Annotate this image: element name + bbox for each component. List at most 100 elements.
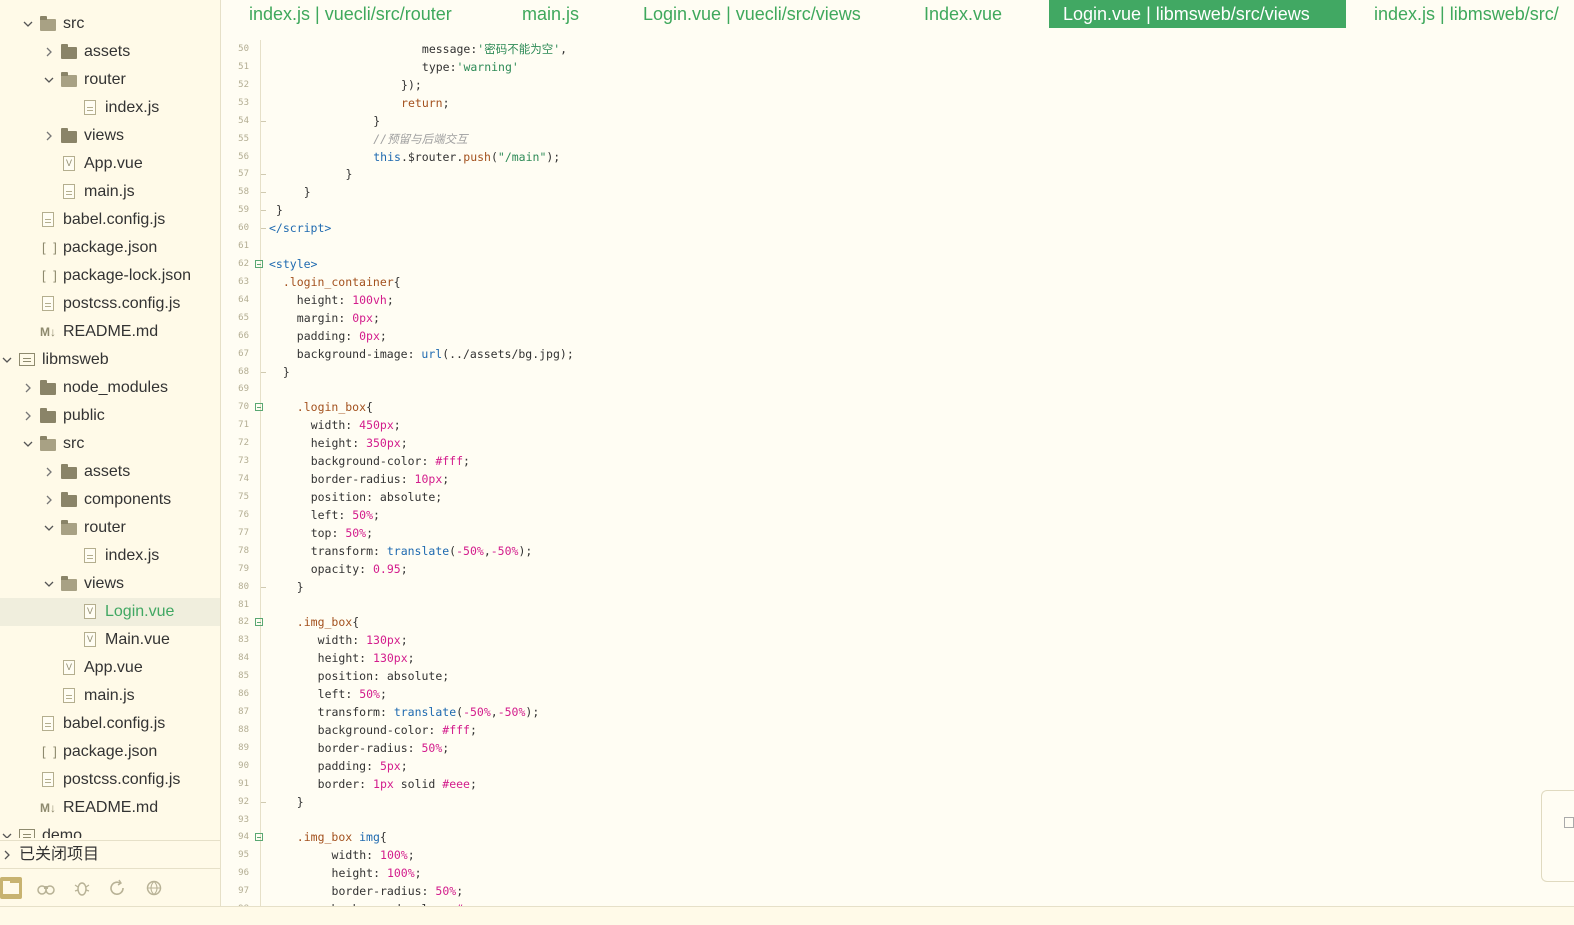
tree-item[interactable]: postcss.config.js — [0, 766, 220, 794]
code-line: 81 — [221, 596, 1521, 614]
fold-toggle-icon[interactable] — [255, 260, 263, 269]
chevron-right-icon[interactable] — [43, 486, 55, 514]
tree-item-label: App.vue — [84, 155, 143, 172]
tree-item[interactable]: node_modules — [0, 374, 220, 402]
code-line: 64 height: 100vh; — [221, 291, 1521, 309]
debug-bug-icon[interactable] — [73, 879, 91, 897]
tree-item[interactable]: main.js — [0, 682, 220, 710]
chevron-down-icon[interactable] — [43, 570, 55, 598]
tree-item[interactable]: demo — [0, 822, 220, 838]
tree-item[interactable]: V App.vue — [0, 654, 220, 682]
browser-icon[interactable] — [145, 879, 163, 897]
chevron-right-icon[interactable] — [43, 458, 55, 486]
file-tree: src assets router index.js views V App.vue main… — [0, 10, 220, 838]
json-file-icon: [ ] — [42, 744, 59, 759]
line-number: 93 — [238, 814, 249, 825]
tree-item[interactable]: M↓ README.md — [0, 318, 220, 346]
tree-item[interactable]: public — [0, 402, 220, 430]
chevron-right-icon[interactable] — [22, 374, 34, 402]
tree-item[interactable]: [ ] package.json — [0, 234, 220, 262]
code-text: } — [303, 185, 311, 200]
code-line: 87 transform: translate(-50%,-50%); — [221, 703, 1521, 721]
folder-icon — [40, 436, 58, 452]
closed-projects-row[interactable]: 已关闭项目 — [0, 840, 220, 869]
markdown-file-icon: M↓ — [40, 801, 56, 815]
code-text: background-color: #fff; — [310, 454, 470, 469]
tree-item[interactable]: router — [0, 514, 220, 542]
code-text: .login_box{ — [296, 400, 373, 415]
floating-side-widget[interactable] — [1541, 790, 1574, 882]
code-text: margin: 0px; — [296, 310, 380, 325]
code-line: 82 .img_box{ — [221, 613, 1521, 631]
editor-tab[interactable]: Index.vue — [910, 0, 1016, 28]
folder-icon — [40, 380, 58, 396]
tree-item[interactable]: index.js — [0, 94, 220, 122]
fold-toggle-icon[interactable] — [255, 403, 263, 412]
code-text: height: 350px; — [310, 436, 408, 451]
line-number: 87 — [238, 707, 249, 718]
editor-tab[interactable]: Login.vue | vuecli/src/views — [629, 0, 875, 28]
line-number: 62 — [238, 259, 249, 270]
chevron-down-icon[interactable] — [22, 10, 34, 38]
folder-icon — [40, 16, 58, 32]
chevron-right-icon[interactable] — [43, 122, 55, 150]
tree-item[interactable]: libmsweb — [0, 346, 220, 374]
tree-item-label: views — [84, 575, 125, 592]
tree-item[interactable]: babel.config.js — [0, 710, 220, 738]
tree-item[interactable]: main.js — [0, 178, 220, 206]
tree-item[interactable]: src — [0, 10, 220, 38]
tree-item[interactable]: assets — [0, 38, 220, 66]
line-number: 78 — [238, 545, 249, 556]
chevron-down-icon[interactable] — [1, 822, 13, 838]
line-number: 70 — [238, 402, 249, 413]
tree-item[interactable]: V App.vue — [0, 150, 220, 178]
tree-item[interactable]: router — [0, 66, 220, 94]
editor-tab[interactable]: main.js — [508, 0, 593, 28]
fold-toggle-icon[interactable] — [255, 618, 263, 627]
tree-item[interactable]: src — [0, 430, 220, 458]
tree-item[interactable]: postcss.config.js — [0, 290, 220, 318]
file-icon — [82, 100, 100, 116]
tree-item[interactable]: babel.config.js — [0, 206, 220, 234]
tree-item[interactable]: [ ] package.json — [0, 738, 220, 766]
tree-item[interactable]: index.js — [0, 542, 220, 570]
fold-toggle-icon[interactable] — [255, 833, 263, 842]
tree-item[interactable]: M↓ README.md — [0, 794, 220, 822]
line-number: 94 — [238, 832, 249, 843]
editor-tab[interactable]: index.js | libmsweb/src/ — [1360, 0, 1573, 28]
code-text: } — [275, 203, 283, 218]
tree-item[interactable]: views — [0, 122, 220, 150]
line-number: 66 — [238, 330, 249, 341]
chevron-down-icon[interactable] — [43, 66, 55, 94]
tree-item[interactable]: views — [0, 570, 220, 598]
code-text: .login_container{ — [282, 274, 401, 289]
editor-tab[interactable]: index.js | vuecli/src/router — [235, 0, 466, 28]
chevron-down-icon[interactable] — [22, 430, 34, 458]
refresh-icon[interactable] — [108, 879, 126, 897]
code-editor[interactable]: 50 message:'密码不能为空', 51 type:'warning' 52});… — [221, 40, 1541, 906]
file-icon — [61, 184, 79, 200]
folder-icon — [61, 520, 79, 536]
tree-item[interactable]: [ ] package-lock.json — [0, 262, 220, 290]
code-text: } — [296, 579, 304, 594]
chevron-down-icon[interactable] — [43, 514, 55, 542]
tree-item-label: README.md — [63, 323, 159, 340]
code-line: 80} — [221, 578, 1521, 596]
tree-item[interactable]: components — [0, 486, 220, 514]
editor-tab[interactable]: Login.vue | libmsweb/src/views — [1049, 0, 1346, 28]
code-line: 56 this.$router.push("/main"); — [221, 148, 1521, 166]
code-text: type:'warning' — [421, 59, 519, 74]
tree-item[interactable]: V Login.vue — [0, 598, 220, 626]
tree-item[interactable]: V Main.vue — [0, 626, 220, 654]
chevron-down-icon[interactable] — [1, 346, 13, 374]
search-binoculars-icon[interactable] — [37, 879, 55, 897]
code-line: 67 background-image: url(../assets/bg.jpg… — [221, 345, 1521, 363]
tree-item[interactable]: assets — [0, 458, 220, 486]
tree-item-label: postcss.config.js — [63, 771, 181, 788]
tree-item-label: babel.config.js — [63, 211, 166, 228]
project-manager-icon[interactable] — [0, 877, 22, 899]
chevron-right-icon[interactable] — [43, 38, 55, 66]
code-text: opacity: 0.95; — [310, 561, 408, 576]
file-icon — [40, 212, 58, 228]
chevron-right-icon[interactable] — [22, 402, 34, 430]
